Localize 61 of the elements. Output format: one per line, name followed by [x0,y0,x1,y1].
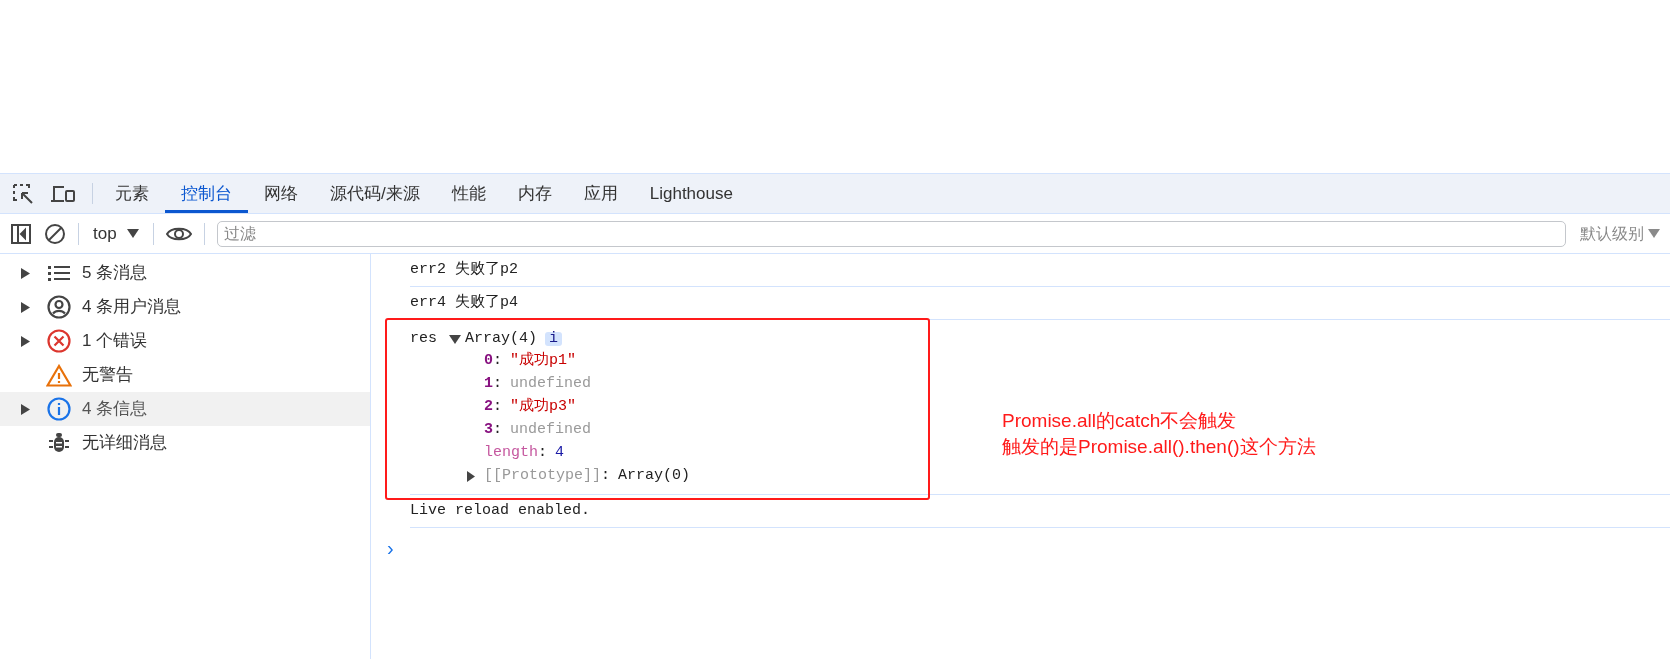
clear-icon[interactable] [44,222,66,245]
sidebar-item[interactable]: 4 条用户消息 [0,290,370,324]
caret-icon [1648,229,1660,238]
tab[interactable]: 应用 [567,174,634,213]
info-badge[interactable]: i [545,332,563,346]
property-value: "成功p1" [510,350,577,372]
sidebar-item[interactable]: 4 条信息 [0,392,370,426]
property-key: 3 [484,419,493,442]
tab[interactable]: 控制台 [165,174,248,213]
warning-icon [46,363,72,387]
filter-field[interactable]: 过滤 [216,220,1566,247]
annotation-text: Promise.all的catch不会触发 [1002,409,1238,433]
device-icon[interactable] [50,183,76,204]
tab[interactable]: 内存 [501,174,568,213]
property-key: 1 [484,373,493,396]
property-separator: : [493,420,503,441]
tab[interactable]: 源代码/来源 [314,174,436,213]
array-summary[interactable]: Array(4) [465,327,538,351]
tab[interactable]: 元素 [99,174,165,213]
property-value: undefined [510,374,592,395]
console-label: res [410,328,437,349]
property-separator: : [493,397,503,418]
tab[interactable]: 网络 [248,174,314,213]
sidebar-toggle-icon[interactable] [10,222,32,245]
property-separator: : [538,443,548,464]
caret-icon [126,229,139,238]
property-value: Array(0) [618,466,691,487]
property-value: 4 [555,443,565,464]
sidebar-item[interactable]: 无详细消息 [0,426,370,460]
info-icon [47,397,71,421]
levels-dropdown[interactable]: 默认级别 [1578,221,1660,246]
property-separator: : [493,351,503,372]
tab[interactable]: Lighthouse [633,174,749,213]
property-key: 2 [484,396,493,419]
context-dropdown[interactable]: top [91,220,141,247]
bug-icon [49,432,69,454]
property-key: 0 [484,350,493,373]
console-message: err4 失败了p4 [410,292,518,313]
error-icon [47,329,71,353]
tab[interactable]: 性能 [435,174,502,213]
sidebar-item[interactable]: 无警告 [0,358,370,392]
expand-arrow-icon[interactable] [21,267,30,279]
user-icon [47,295,71,319]
property-value: "成功p3" [510,396,577,418]
property-separator: : [493,374,503,395]
expand-arrow-icon[interactable] [21,403,30,415]
console-message: err2 失败了p2 [410,259,518,280]
property-key: length [484,442,538,465]
property-key: [[Prototype]] [484,465,602,488]
sidebar-item[interactable]: 1 个错误 [0,324,370,358]
sidebar-item[interactable]: 5 条消息 [0,256,370,290]
collapse-arrow-icon[interactable] [449,334,461,344]
list-icon [48,265,70,281]
console-message: Live reload enabled. [410,500,591,521]
annotation-text: 触发的是Promise.all().then()这个方法 [1002,435,1316,459]
property-separator: : [601,466,611,487]
expand-arrow-icon[interactable] [467,471,475,482]
expand-arrow-icon[interactable] [21,301,30,313]
property-value: undefined [510,420,592,441]
expand-arrow-icon[interactable] [21,335,30,347]
prompt-icon[interactable]: › [387,537,394,559]
